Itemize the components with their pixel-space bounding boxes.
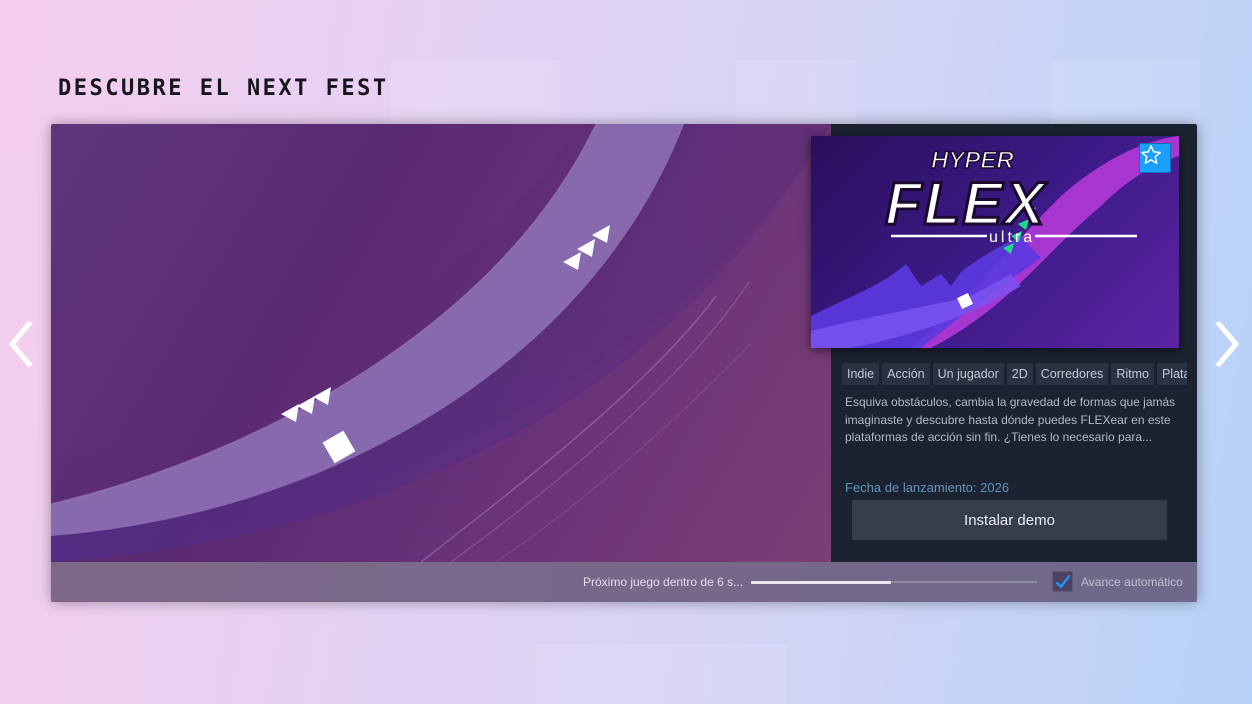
tag[interactable]: 2D (1006, 363, 1033, 385)
countdown-progress-fill (751, 580, 892, 584)
featured-game-card: HYPER FLEX ultra Indie Acción Un jugador 2D… (51, 124, 1197, 602)
star-icon (1141, 145, 1161, 164)
tag[interactable]: Ritmo (1111, 363, 1154, 385)
checkmark-icon (1055, 574, 1070, 588)
tag[interactable]: Plataformas (1156, 363, 1187, 385)
auto-advance-label[interactable]: Avance automático (1081, 575, 1183, 589)
game-description: Esquiva obstáculos, cambia la gravedad d… (845, 395, 1176, 444)
chevron-right-icon (1215, 321, 1240, 367)
auto-advance-checkbox[interactable] (1052, 571, 1073, 592)
background-tile (390, 60, 560, 124)
background-tile (1050, 60, 1200, 124)
section-title: DESCUBRE EL NEXT FEST (58, 76, 389, 101)
tag[interactable]: Un jugador (932, 363, 1004, 385)
game-info-panel: HYPER FLEX ultra Indie Acción Un jugador 2D… (811, 124, 1197, 562)
background-tile (736, 60, 856, 124)
wishlist-button[interactable] (1139, 143, 1171, 173)
previous-button[interactable] (0, 318, 40, 370)
carousel-footer: Próximo juego dentro de 6 s... Avance au… (51, 562, 1197, 602)
logo-line-ultra: ultra (989, 229, 1035, 246)
tag-list: Indie Acción Un jugador 2D Corredores Ritmo Pl… (842, 363, 1187, 385)
logo-line-flex: FLEX (885, 170, 1048, 237)
install-demo-button[interactable]: Instalar demo (852, 500, 1167, 540)
next-game-countdown: Próximo juego dentro de 6 s... (583, 575, 744, 589)
game-screenshot[interactable] (51, 124, 831, 562)
release-date: Fecha de lanzamiento: 2026 (845, 480, 1010, 495)
countdown-progress-bar (751, 580, 1037, 584)
chevron-left-icon (8, 321, 33, 367)
next-button[interactable] (1208, 318, 1248, 370)
game-capsule-image[interactable]: HYPER FLEX ultra (811, 136, 1179, 348)
background-tile (536, 644, 786, 704)
tag[interactable]: Acción (882, 363, 930, 385)
tag[interactable]: Indie (842, 363, 880, 385)
tag[interactable]: Corredores (1035, 363, 1109, 385)
